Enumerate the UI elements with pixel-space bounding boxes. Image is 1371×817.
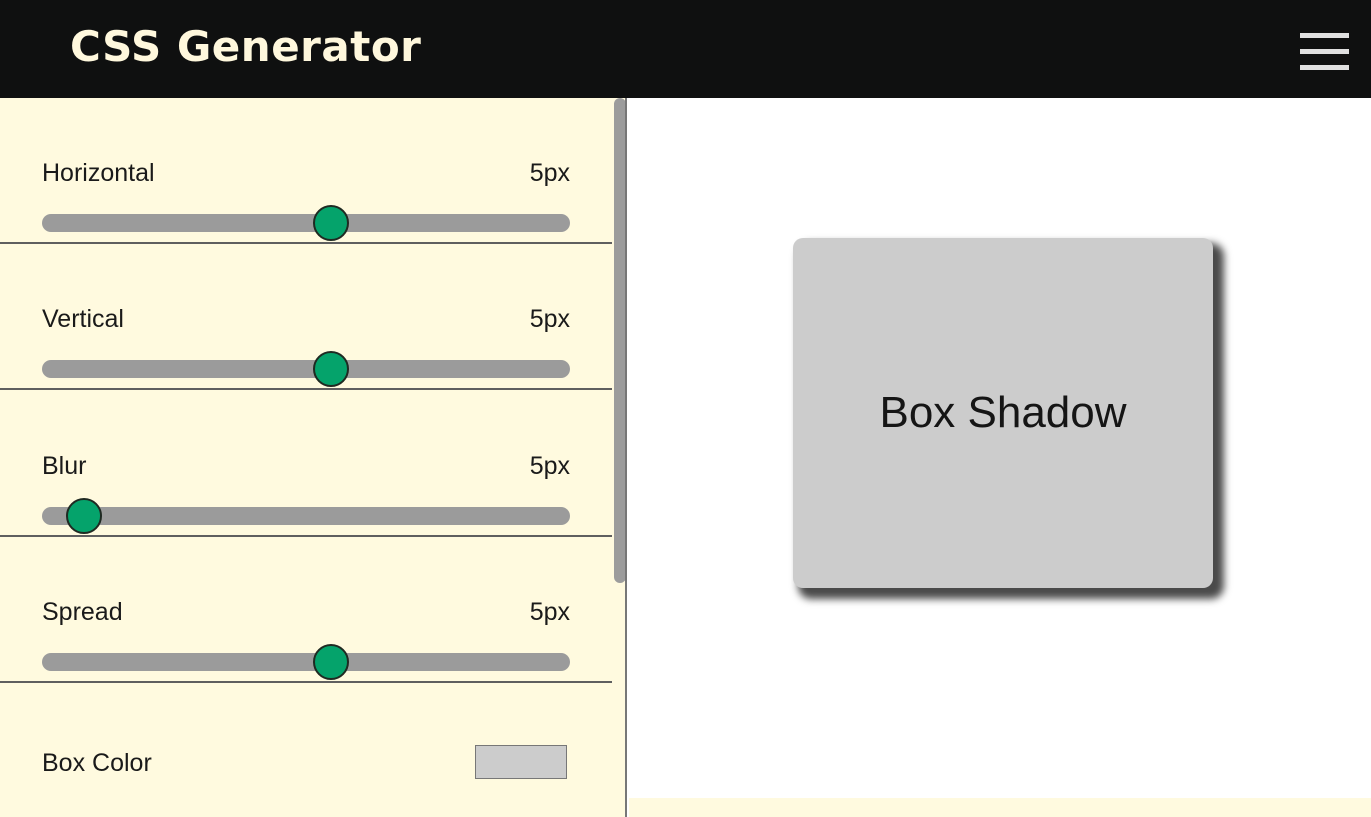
slider-thumb[interactable]	[312, 205, 349, 241]
control-value: 5px	[529, 452, 570, 480]
menu-bar-middle	[1300, 49, 1349, 54]
control-label: Spread	[42, 598, 123, 626]
blur-slider[interactable]	[42, 498, 570, 534]
preview-text: Box Shadow	[879, 388, 1127, 437]
app-header: CSS Generator	[0, 0, 1371, 98]
control-value: 5px	[529, 598, 570, 626]
app-title: CSS Generator	[70, 22, 422, 71]
slider-thumb[interactable]	[312, 351, 349, 387]
preview-area: Box Shadow	[629, 98, 1371, 798]
spread-slider[interactable]	[42, 644, 570, 680]
hamburger-menu-icon[interactable]	[1300, 33, 1349, 71]
horizontal-slider[interactable]	[42, 205, 570, 241]
controls-panel: Horizontal 5px Vertical 5px Blur 5px Spr…	[0, 98, 627, 817]
preview-footer-strip	[629, 798, 1371, 817]
control-value: 5px	[529, 305, 570, 333]
scrollbar-thumb[interactable]	[614, 98, 625, 583]
slider-thumb[interactable]	[66, 498, 103, 534]
control-label: Horizontal	[42, 159, 155, 187]
vertical-slider[interactable]	[42, 351, 570, 387]
box-color-label: Box Color	[42, 749, 152, 777]
control-label: Vertical	[42, 305, 124, 333]
box-color-picker[interactable]	[475, 745, 567, 779]
slider-thumb[interactable]	[312, 644, 349, 680]
control-spread: Spread 5px	[0, 537, 612, 683]
control-blur: Blur 5px	[0, 391, 612, 537]
box-shadow-preview: Box Shadow	[793, 238, 1213, 588]
menu-bar-top	[1300, 33, 1349, 38]
control-box-color: Box Color	[0, 712, 612, 817]
control-label: Blur	[42, 452, 87, 480]
control-vertical: Vertical 5px	[0, 244, 612, 390]
menu-bar-bottom	[1300, 65, 1349, 70]
control-horizontal: Horizontal 5px	[0, 98, 612, 244]
control-value: 5px	[529, 159, 570, 187]
sidebar-scrollbar[interactable]	[612, 98, 625, 817]
